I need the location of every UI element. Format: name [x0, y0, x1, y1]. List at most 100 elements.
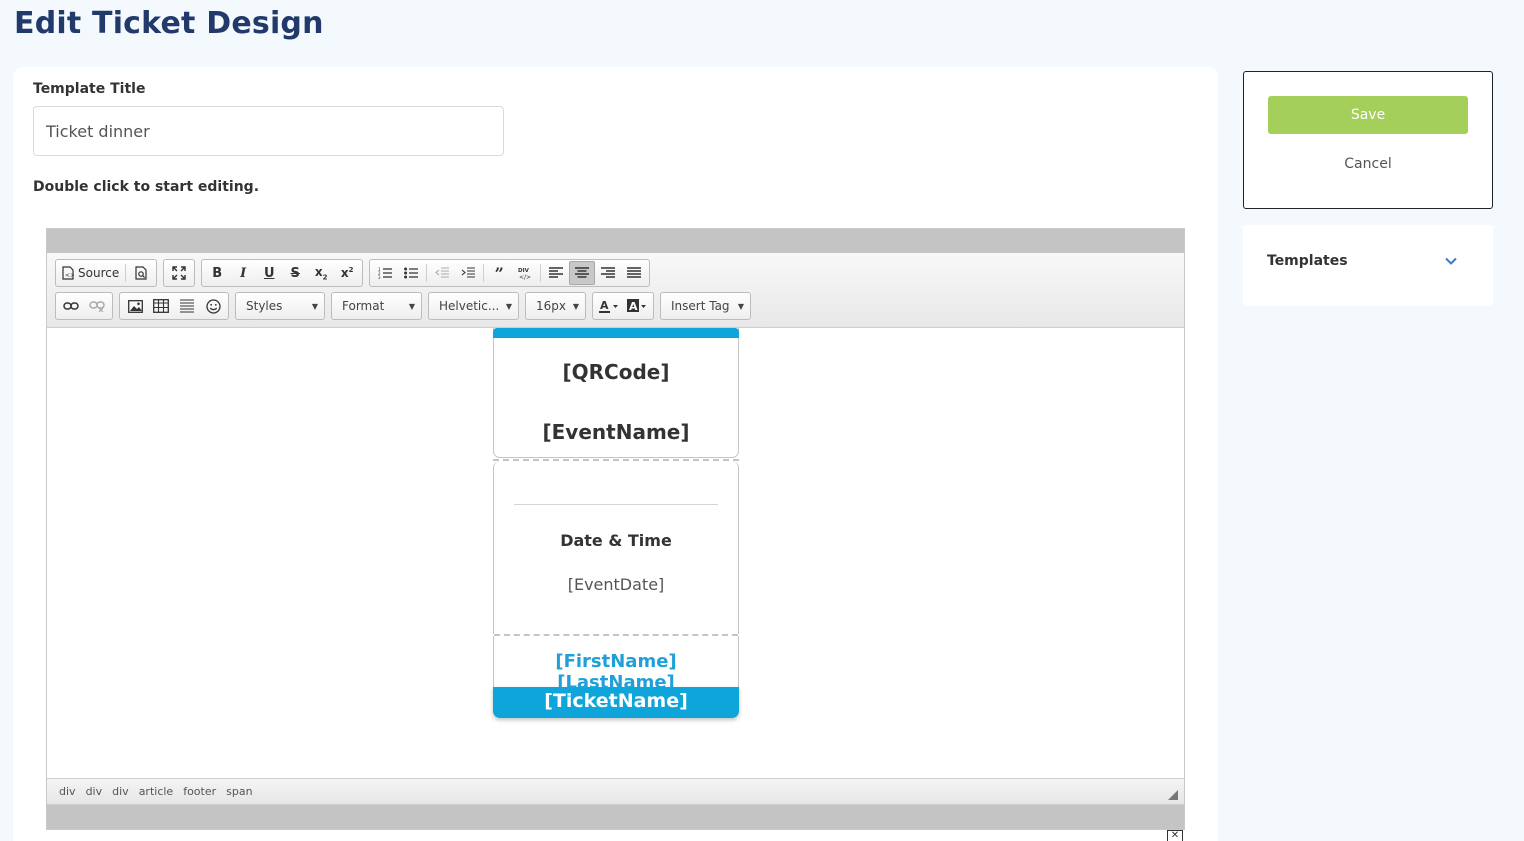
event-date-placeholder: [EventDate] [567, 575, 665, 594]
blockquote-button[interactable]: ” [486, 261, 512, 285]
toolbar-separator [483, 264, 485, 282]
cancel-button[interactable]: Cancel [1268, 156, 1468, 172]
path-item[interactable]: footer [183, 785, 216, 798]
background-color-button[interactable]: A [623, 294, 651, 318]
svg-text:A: A [629, 300, 638, 313]
font-size-label: 16px [536, 299, 566, 313]
maximize-icon [172, 266, 186, 280]
strike-button[interactable]: S [282, 261, 308, 285]
blockquote-icon: ” [494, 263, 504, 283]
dropdown-arrow-icon: ▼ [737, 301, 744, 311]
svg-text:A: A [600, 299, 609, 312]
maximize-button[interactable] [166, 261, 192, 285]
source-icon: <> [62, 266, 74, 280]
bulleted-list-button[interactable] [398, 261, 424, 285]
bold-button[interactable]: B [204, 261, 230, 285]
toolbar-separator [540, 264, 542, 282]
preview-button[interactable] [128, 261, 154, 285]
path-item[interactable]: div [59, 785, 76, 798]
path-item[interactable]: article [139, 785, 174, 798]
attendee-name-placeholder[interactable]: [FirstName] [LastName] [493, 636, 739, 693]
resize-grip-icon[interactable] [1168, 790, 1178, 800]
horizontal-rule-button[interactable] [174, 294, 200, 318]
image-icon [127, 299, 143, 313]
underline-icon: U [263, 265, 275, 281]
styles-dropdown[interactable]: Styles ▼ [235, 292, 325, 320]
save-button[interactable]: Save [1268, 96, 1468, 134]
path-item[interactable]: span [226, 785, 252, 798]
create-div-button[interactable]: DIV </> [512, 261, 538, 285]
underline-button[interactable]: U [256, 261, 282, 285]
format-dropdown[interactable]: Format ▼ [331, 292, 422, 320]
text-color-button[interactable]: A [595, 294, 623, 318]
path-item[interactable]: div [112, 785, 129, 798]
templates-panel[interactable]: Templates [1243, 225, 1493, 306]
toolbar-separator [426, 264, 428, 282]
ticket-body-section[interactable]: Date & Time [EventDate] [493, 461, 739, 634]
numbered-list-button[interactable]: 123 [372, 261, 398, 285]
template-title-label: Template Title [33, 81, 146, 97]
subscript-button[interactable]: x2 [308, 261, 334, 285]
ticket-top-band [493, 328, 739, 338]
italic-icon: I [240, 265, 247, 281]
superscript-icon: x2 [340, 266, 354, 280]
horizontal-rule-icon [180, 299, 194, 313]
editor-bottom-bar [47, 805, 1184, 829]
event-name-placeholder: [EventName] [542, 420, 690, 444]
editor-content-area[interactable]: [QRCode] [EventName] Date & Time [EventD… [47, 328, 1184, 778]
dropdown-arrow-icon: ▼ [505, 301, 512, 311]
chevron-down-icon[interactable] [1445, 255, 1457, 267]
main-card: Template Title Double click to start edi… [13, 67, 1218, 841]
unlink-button[interactable] [84, 294, 110, 318]
toolbar-group-basicstyles: B I U S x2 x2 [201, 259, 364, 287]
align-left-button[interactable] [543, 261, 569, 285]
toolbar-row-2: Styles ▼ Format ▼ Helvetic... ▼ 16px ▼ A… [55, 292, 751, 320]
italic-button[interactable]: I [230, 261, 256, 285]
styles-label: Styles [246, 299, 283, 313]
toolbar-group-paragraph: 123 ” DIV </> [369, 259, 651, 287]
toolbar-group-colors: A A [592, 292, 654, 320]
ticket-divider [514, 504, 718, 505]
ticket-name-placeholder[interactable]: [TicketName] [493, 687, 739, 718]
ticket-header-section[interactable]: [QRCode] [EventName] [493, 328, 739, 458]
close-icon[interactable]: ✕ [1167, 830, 1183, 841]
svg-text:<>: <> [65, 272, 74, 279]
indent-button[interactable] [455, 261, 481, 285]
font-dropdown[interactable]: Helvetic... ▼ [428, 292, 519, 320]
source-button[interactable]: <> Source [58, 261, 123, 285]
link-button[interactable] [58, 294, 84, 318]
dropdown-arrow-icon: ▼ [311, 301, 318, 311]
preview-icon [135, 266, 147, 280]
unlink-icon [89, 301, 105, 312]
insert-tag-dropdown[interactable]: Insert Tag ▼ [660, 292, 751, 320]
table-button[interactable] [148, 294, 174, 318]
rich-text-editor: <> Source B I U S x2 x2 1 2 3 ” DIV </> … [46, 228, 1185, 830]
align-center-button[interactable] [569, 261, 596, 285]
font-size-dropdown[interactable]: 16px ▼ [525, 292, 586, 320]
editor-top-bar [47, 229, 1184, 253]
align-left-icon [549, 267, 564, 278]
path-item[interactable]: div [86, 785, 103, 798]
align-right-button[interactable] [595, 261, 621, 285]
templates-title: Templates [1267, 253, 1348, 269]
smiley-button[interactable] [200, 294, 226, 318]
qrcode-placeholder: [QRCode] [562, 360, 670, 384]
template-title-input[interactable] [33, 106, 504, 156]
align-right-icon [601, 267, 616, 278]
align-center-icon [575, 267, 590, 278]
outdent-button[interactable] [429, 261, 455, 285]
date-time-label: Date & Time [560, 531, 672, 550]
editor-toolbar: <> Source B I U S x2 x2 1 2 3 ” DIV </> … [47, 253, 1184, 328]
numbered-list-icon: 123 [378, 267, 393, 279]
toolbar-group-maximize [163, 259, 196, 287]
action-panel: Save Cancel [1243, 71, 1493, 209]
link-icon [63, 302, 79, 310]
editing-hint: Double click to start editing. [33, 179, 260, 195]
superscript-button[interactable]: x2 [334, 261, 360, 285]
image-button[interactable] [122, 294, 148, 318]
indent-icon [461, 267, 476, 278]
justify-button[interactable] [621, 261, 647, 285]
background-color-icon: A [627, 299, 646, 313]
dropdown-arrow-icon: ▼ [572, 301, 579, 311]
page-title: Edit Ticket Design [14, 6, 324, 41]
